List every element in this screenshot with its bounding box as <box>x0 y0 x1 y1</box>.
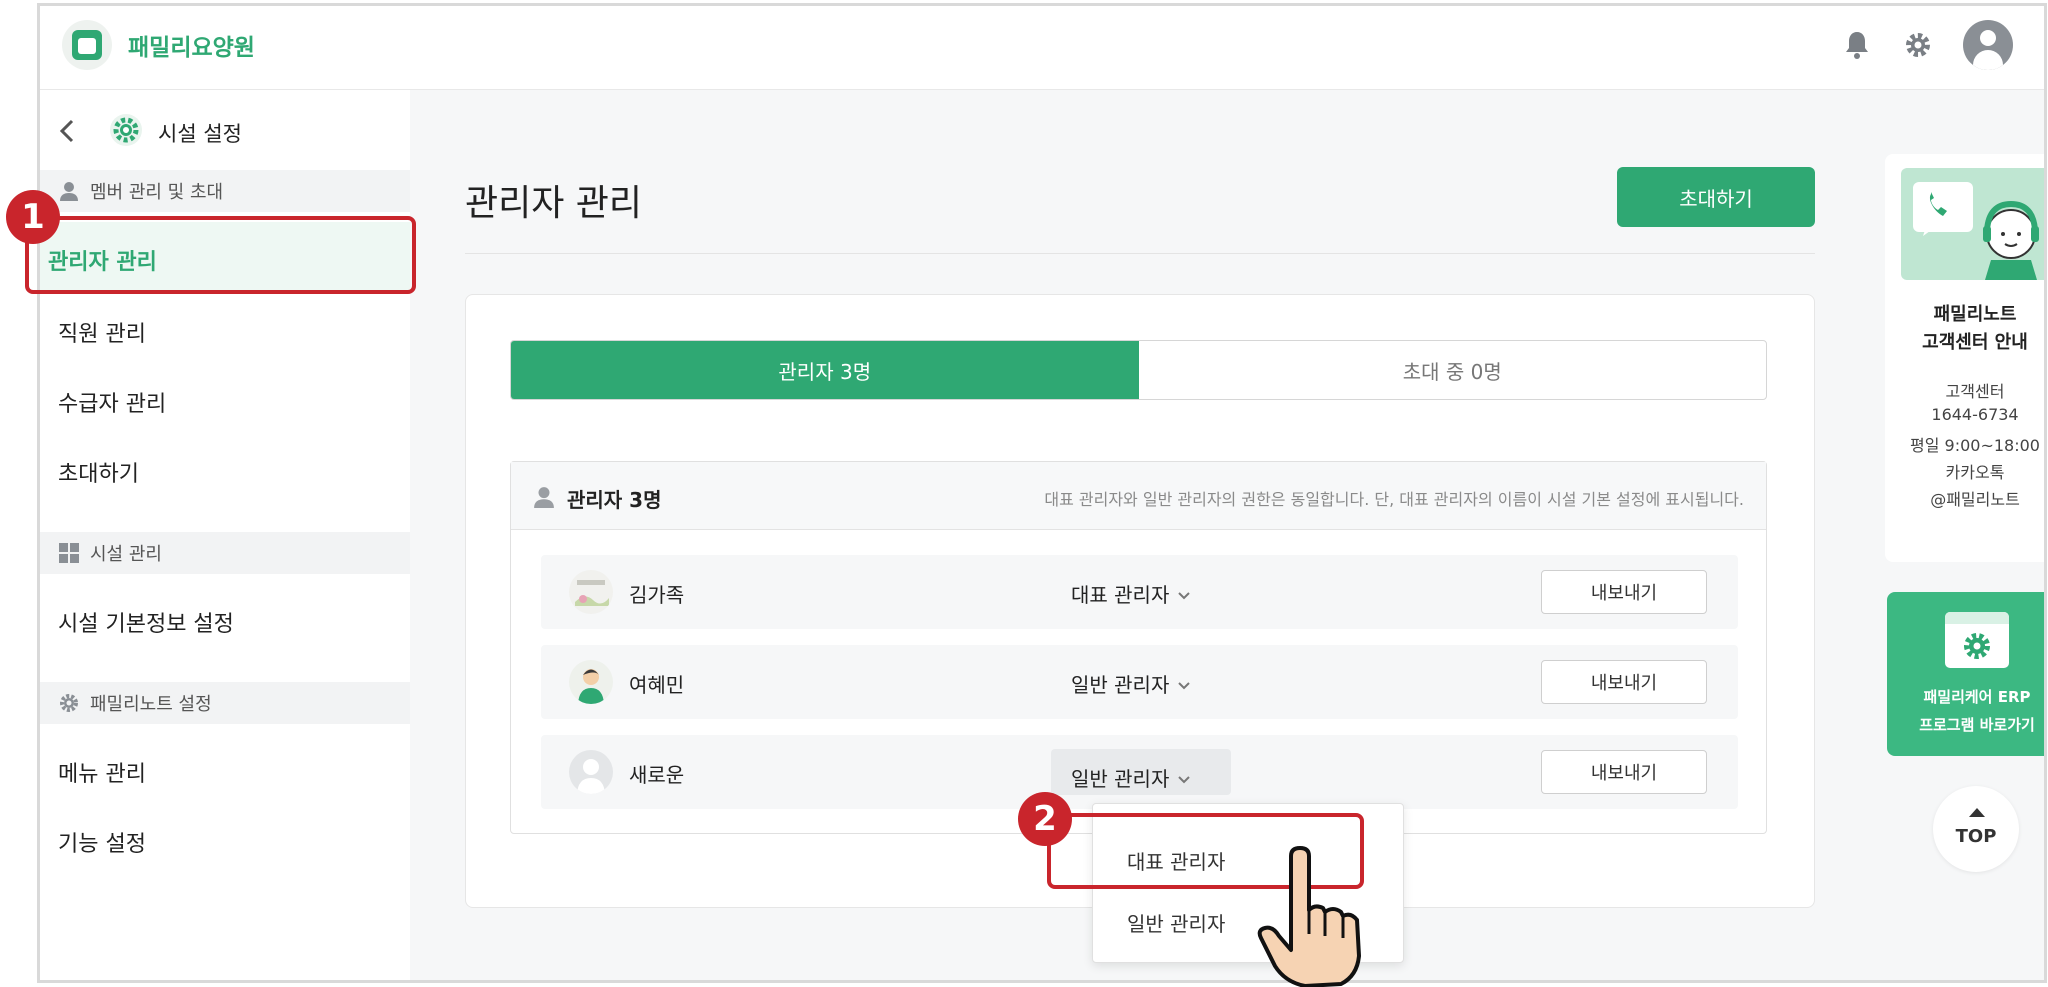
facility-gear-icon <box>108 112 144 148</box>
role-value: 대표 관리자 <box>1071 583 1170 607</box>
chevron-down-icon <box>1176 673 1192 697</box>
support-title-line2: 고객센터 안내 <box>1922 332 2028 353</box>
app-logo-icon[interactable] <box>62 20 112 70</box>
invite-button[interactable]: 초대하기 <box>1617 167 1815 227</box>
grid-icon <box>58 542 80 564</box>
tab-pending-invites[interactable]: 초대 중 0명 <box>1139 341 1767 399</box>
sidebar-item-staff-management[interactable]: 직원 관리 <box>58 316 146 348</box>
callout-badge-1: 1 <box>6 190 60 244</box>
erp-label-line1: 패밀리케어 ERP <box>1923 688 2031 706</box>
sidebar-item-menu-management[interactable]: 메뉴 관리 <box>58 756 146 788</box>
person-icon <box>58 180 80 202</box>
divider <box>465 253 1815 254</box>
section-label: 멤버 관리 및 초대 <box>90 182 224 203</box>
role-value: 일반 관리자 <box>1071 673 1170 697</box>
bell-icon[interactable] <box>1840 28 1874 62</box>
default-avatar <box>569 750 613 794</box>
admin-name: 여혜민 <box>629 673 685 697</box>
admin-role-note: 대표 관리자와 일반 관리자의 권한은 동일합니다. 단, 대표 관리자의 이름… <box>1044 490 1744 509</box>
sidebar-item-feature-settings[interactable]: 기능 설정 <box>58 826 146 858</box>
back-arrow-icon[interactable] <box>58 118 76 151</box>
top-label: TOP <box>1955 826 1997 847</box>
admin-name: 새로운 <box>629 763 685 787</box>
erp-shortcut-button[interactable]: 패밀리케어 ERP 프로그램 바로가기 <box>1887 592 2044 756</box>
person-icon <box>533 486 555 508</box>
role-value: 일반 관리자 <box>1071 767 1170 791</box>
table-row: 김가족 대표 관리자 내보내기 <box>541 555 1738 629</box>
admin-name: 김가족 <box>629 583 685 607</box>
chevron-down-icon <box>1176 767 1192 791</box>
gear-icon <box>58 692 80 714</box>
pointer-hand-icon <box>1255 846 1365 987</box>
role-option-general[interactable]: 일반 관리자 <box>1127 908 1225 937</box>
support-kakao-label: 카카오톡 <box>1945 463 2005 482</box>
sidebar-title: 시설 설정 <box>158 122 242 146</box>
support-phone: 1644-6734 <box>1931 405 2019 424</box>
customer-center-card: 패밀리노트 고객센터 안내 고객센터 1644-6734 평일 9:00~18:… <box>1885 154 2044 562</box>
section-label: 패밀리노트 설정 <box>90 694 212 715</box>
person-avatar <box>569 660 613 704</box>
export-button[interactable]: 내보내기 <box>1541 570 1707 614</box>
admin-tabs: 관리자 3명 초대 중 0명 <box>510 340 1767 400</box>
scroll-top-button[interactable]: TOP <box>1933 786 2019 872</box>
role-select-open[interactable]: 일반 관리자 <box>1071 763 1192 792</box>
section-label: 시설 관리 <box>90 544 162 565</box>
user-avatar[interactable] <box>1963 20 2013 70</box>
table-row: 여혜민 일반 관리자 내보내기 <box>541 645 1738 719</box>
admin-list: 관리자 3명 대표 관리자와 일반 관리자의 권한은 동일합니다. 단, 대표 … <box>510 461 1767 834</box>
role-select[interactable]: 대표 관리자 <box>1071 579 1192 608</box>
sidebar-item-facility-info[interactable]: 시설 기본정보 설정 <box>58 606 234 638</box>
callout-badge-2: 2 <box>1018 792 1072 846</box>
app-name[interactable]: 패밀리요양원 <box>128 28 255 62</box>
admin-count-title: 관리자 3명 <box>567 488 662 512</box>
export-button[interactable]: 내보내기 <box>1541 660 1707 704</box>
sidebar-item-recipient-management[interactable]: 수급자 관리 <box>58 386 166 418</box>
callout-highlight-admin-item <box>25 216 416 294</box>
sidebar-item-invite[interactable]: 초대하기 <box>58 456 139 488</box>
erp-settings-icon <box>1945 612 2009 668</box>
export-button[interactable]: 내보내기 <box>1541 750 1707 794</box>
erp-label-line2: 프로그램 바로가기 <box>1919 716 2035 734</box>
role-select[interactable]: 일반 관리자 <box>1071 669 1192 698</box>
section-familynote-settings: 패밀리노트 설정 <box>40 682 410 724</box>
support-kakao-id: @패밀리노트 <box>1930 490 2020 509</box>
arrow-up-icon <box>1969 808 1985 817</box>
sidebar-header: 시설 설정 <box>40 90 410 170</box>
section-member-management: 멤버 관리 및 초대 <box>40 170 410 212</box>
support-hours: 평일 9:00~18:00 <box>1910 436 2040 455</box>
page-title: 관리자 관리 <box>465 183 643 224</box>
admin-list-header: 관리자 3명 대표 관리자와 일반 관리자의 권한은 동일합니다. 단, 대표 … <box>511 462 1766 530</box>
chevron-down-icon <box>1176 583 1192 607</box>
support-label: 고객센터 <box>1945 382 2005 401</box>
tab-admins[interactable]: 관리자 3명 <box>511 341 1139 399</box>
settings-gear-icon[interactable] <box>1901 28 1935 62</box>
top-header: 패밀리요양원 <box>40 6 2044 90</box>
table-row: 새로운 일반 관리자 내보내기 <box>541 735 1738 809</box>
support-illustration <box>1901 168 2044 280</box>
facility-avatar <box>569 570 613 614</box>
support-title-line1: 패밀리노트 <box>1933 304 2017 325</box>
section-facility-management: 시설 관리 <box>40 532 410 574</box>
